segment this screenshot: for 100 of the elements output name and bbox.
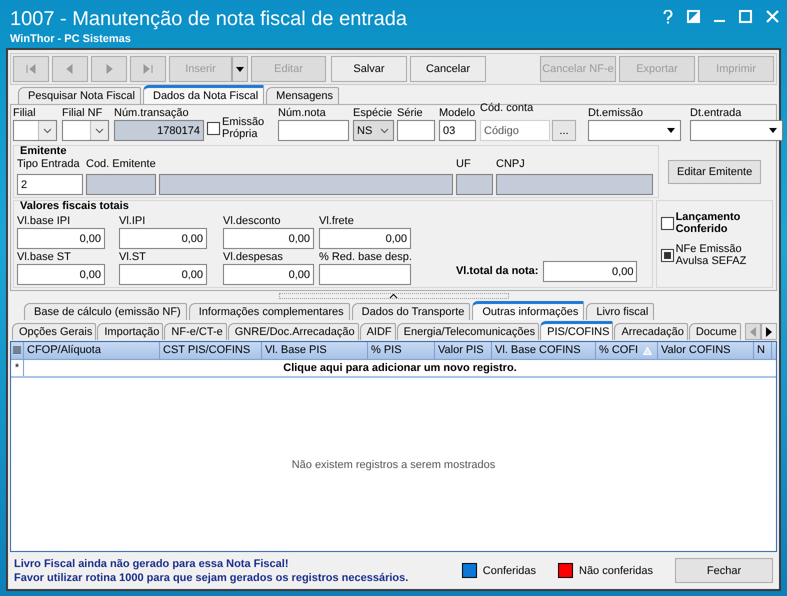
restore-icon[interactable]: [687, 10, 700, 23]
field-label: Modelo: [439, 107, 476, 120]
checkbox-label: Lançamento Conferido: [676, 211, 742, 235]
close-button[interactable]: Fechar: [675, 558, 773, 583]
close-icon[interactable]: [766, 10, 779, 23]
field-label: % Red. base desp.: [319, 251, 412, 264]
field-label: Vl.total da nota:: [456, 265, 538, 278]
chevron-down-icon: [380, 128, 388, 134]
amount-field[interactable]: 0,00: [223, 228, 314, 249]
checkbox[interactable]: [660, 216, 674, 230]
checkbox[interactable]: [660, 248, 674, 262]
window-title: 1007 - Manutenção de nota fiscal de entrada: [10, 7, 407, 32]
tab[interactable]: Livro fiscal: [586, 303, 654, 320]
field-label: Núm.transação: [114, 107, 190, 120]
window-subtitle: WinThor - PC Sistemas: [10, 32, 132, 46]
dropdown-arrow-icon: [769, 128, 777, 133]
field-label: Dt.emissão: [588, 107, 644, 120]
field-label: Vl.frete: [319, 215, 355, 228]
column-header[interactable]: % PIS: [368, 342, 435, 359]
field-label: Dt.entrada: [690, 107, 742, 120]
field-label: Vl.base ST: [17, 251, 72, 264]
column-header[interactable]: N: [754, 342, 772, 359]
field-label: Tipo Entrada: [17, 158, 81, 171]
column-header[interactable]: CFOP/Alíquota: [24, 342, 160, 359]
input-field[interactable]: [397, 120, 435, 141]
legend-label: Conferidas: [482, 564, 536, 576]
field-label: Cod. Emitente: [86, 158, 156, 171]
input-field[interactable]: [278, 120, 349, 141]
maximize-icon[interactable]: [739, 10, 752, 23]
tab[interactable]: Mensagens: [266, 87, 340, 104]
toolbar-button[interactable]: Salvar: [331, 56, 407, 82]
last-record-icon: [142, 63, 154, 75]
right-arrow-icon: [766, 326, 772, 336]
help-icon[interactable]: [663, 10, 673, 24]
chevron-up-icon: [389, 293, 398, 299]
column-header[interactable]: % COFI: [596, 342, 658, 359]
amount-field[interactable]: 0,00: [17, 228, 105, 249]
empty-message: Não existem registros a serem mostrados: [292, 458, 496, 470]
tab[interactable]: Base de cálculo (emissão NF): [24, 303, 187, 320]
amount-field[interactable]: 0,00: [17, 264, 105, 285]
tab[interactable]: Informações complementares: [188, 303, 350, 320]
input-field[interactable]: [159, 174, 453, 195]
column-header[interactable]: CST PIS/COFINS: [160, 342, 262, 359]
tab[interactable]: Importação: [97, 323, 164, 340]
date-field[interactable]: [588, 120, 681, 141]
first-record-icon: [25, 63, 37, 75]
field-label: Vl.desconto: [223, 215, 282, 228]
column-header[interactable]: Vl. Base PIS: [262, 342, 368, 359]
input-field[interactable]: 2: [17, 174, 83, 195]
tab[interactable]: Arrecadação: [614, 323, 688, 340]
tab[interactable]: Docume: [688, 323, 741, 340]
edit-issuer-button[interactable]: Editar Emitente: [668, 160, 762, 184]
scroll-right-button[interactable]: [761, 323, 777, 340]
column-header[interactable]: Valor COFINS: [658, 342, 754, 359]
toolbar-button[interactable]: Cancelar: [410, 56, 486, 82]
input-field[interactable]: 03: [439, 120, 476, 141]
tab[interactable]: Opções Gerais: [12, 323, 96, 340]
amount-field[interactable]: 0,00: [119, 264, 207, 285]
field-label: Vl.despesas: [223, 251, 284, 264]
field-label: Vl.IPI: [119, 215, 146, 228]
input-field[interactable]: [456, 174, 493, 195]
amount-field[interactable]: 0,00: [119, 228, 207, 249]
tab[interactable]: Dados da Nota Fiscal: [143, 85, 264, 104]
total-field[interactable]: 0,00: [543, 261, 638, 282]
checkbox[interactable]: [207, 122, 220, 134]
dropdown-field[interactable]: NS: [353, 120, 394, 141]
column-chooser-icon[interactable]: [13, 346, 21, 355]
tab[interactable]: NF-e/CT-e: [164, 323, 227, 340]
checkbox-label: NFe Emissão Avulsa SEFAZ: [676, 243, 748, 267]
splitter-handle[interactable]: [278, 293, 508, 299]
account-code-field[interactable]: Código: [480, 120, 550, 141]
group-title: Valores fiscais totais: [20, 200, 130, 213]
dropdown-arrow-icon: [667, 128, 675, 133]
tab[interactable]: GNRE/Doc.Arrecadação: [228, 323, 359, 340]
status-message: Livro Fiscal ainda não gerado para essa Nota Fiscal!: [14, 556, 290, 570]
tab[interactable]: Dados do Transporte: [352, 303, 470, 320]
dropdown-button[interactable]: [232, 56, 248, 82]
column-header[interactable]: Vl. Base COFINS: [492, 342, 596, 359]
input-field[interactable]: [496, 174, 653, 195]
amount-field[interactable]: [319, 264, 411, 285]
column-header[interactable]: Valor PIS: [435, 342, 492, 359]
tab[interactable]: Outras informações: [472, 301, 584, 320]
field-label: CNPJ: [496, 158, 526, 171]
tab[interactable]: Energia/Telecomunicações: [396, 323, 540, 340]
tab[interactable]: AIDF: [360, 323, 396, 340]
date-field[interactable]: [690, 120, 783, 141]
tab[interactable]: PIS/COFINS: [540, 321, 614, 340]
tab[interactable]: Pesquisar Nota Fiscal: [18, 87, 141, 104]
field-label: Núm.nota: [278, 107, 327, 120]
add-row-prompt[interactable]: Clique aqui para adicionar um novo registro.: [24, 360, 776, 376]
amount-field[interactable]: 0,00: [319, 228, 411, 249]
amount-field[interactable]: 0,00: [223, 264, 314, 285]
browse-button[interactable]: ...: [552, 120, 576, 141]
field-label: Cód. conta: [480, 102, 534, 115]
checkbox-label: Emissão Própria: [222, 116, 266, 140]
field-label: Espécie: [353, 107, 394, 120]
dropdown-field[interactable]: [13, 120, 57, 141]
input-field[interactable]: [86, 174, 156, 195]
transaction-number-field[interactable]: 1780174: [114, 120, 204, 141]
dropdown-field[interactable]: [62, 120, 109, 141]
